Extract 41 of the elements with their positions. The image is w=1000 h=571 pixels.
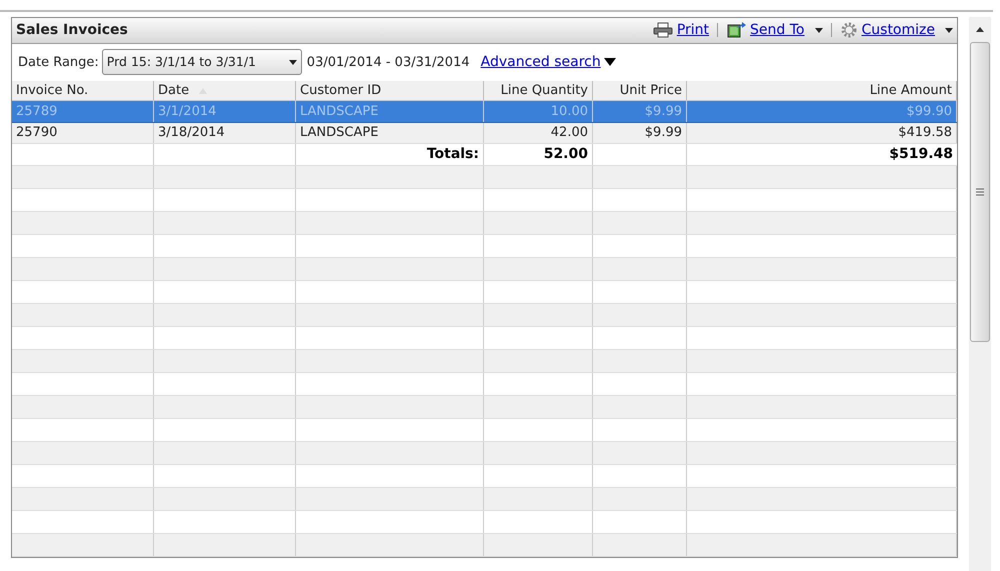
column-header[interactable]: Invoice No. <box>12 80 154 100</box>
caret-icon <box>945 28 953 33</box>
table-cell: $9.99 <box>593 101 687 122</box>
table-cell: LANDSCAPE <box>296 101 484 122</box>
totals-amount: $519.48 <box>888 145 954 164</box>
date-range-label: Date Range: <box>18 54 99 72</box>
table-cell: LANDSCAPE <box>296 122 484 143</box>
column-header[interactable]: Line Amount <box>687 80 957 100</box>
table-cell: $99.90 <box>687 101 957 122</box>
column-header[interactable]: Date <box>154 80 296 100</box>
table-row[interactable]: 25790 3/18/2014 LANDSCAPE 42.00 $9.99 $419.58 <box>12 122 957 144</box>
column-header[interactable]: Line Quantity <box>484 80 593 100</box>
toolbar-link[interactable]: Print <box>676 20 710 41</box>
table-cell: $419.58 <box>687 122 957 143</box>
table-cell: 42.00 <box>484 122 593 143</box>
totals-label: Totals: <box>296 144 484 165</box>
caret-icon <box>288 60 297 65</box>
panel-title: Sales Invoices <box>16 20 128 40</box>
totals-quantity: 52.00 <box>484 144 593 165</box>
table-cell: 3/18/2014 <box>154 122 296 143</box>
printer-icon <box>652 22 673 38</box>
date-range-text: 03/01/2014 - 03/31/2014 <box>306 54 470 72</box>
scrollbar[interactable] <box>969 17 991 571</box>
column-header[interactable]: Unit Price <box>593 80 687 100</box>
scrollbar-thumb[interactable] <box>970 42 990 342</box>
caret-icon <box>604 58 616 66</box>
table-cell: $9.99 <box>593 122 687 143</box>
toolbar-link[interactable]: Customize <box>862 20 935 41</box>
scroll-up-icon <box>976 27 984 32</box>
notebook-arrow-icon <box>726 22 746 38</box>
date-range-dropdown[interactable]: Prd 15: 3/1/14 to 3/31/1 <box>102 49 302 76</box>
gear-icon <box>840 21 858 40</box>
table-cell: 3/1/2014 <box>154 101 296 122</box>
grip-icon <box>976 188 984 196</box>
toolbar-link[interactable]: Send To <box>750 20 804 41</box>
caret-icon <box>814 28 822 33</box>
table-cell: 10.00 <box>484 101 593 122</box>
table-cell: 25790 <box>12 122 154 143</box>
column-header[interactable]: Customer ID <box>296 80 484 100</box>
table-cell: 25789 <box>12 101 154 122</box>
advanced-search-link[interactable]: Advanced search <box>480 52 601 73</box>
